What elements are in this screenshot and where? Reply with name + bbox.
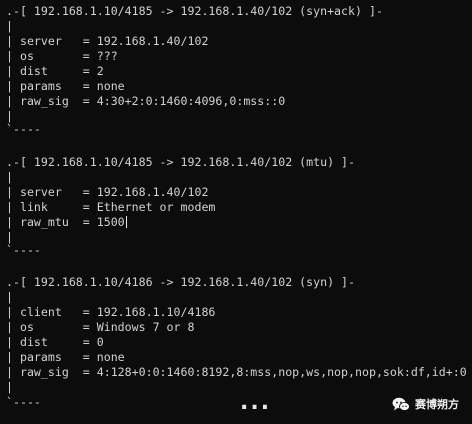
pipe-line: |: [6, 380, 13, 394]
ellipsis: ...: [240, 390, 272, 415]
field-os: | os = ???: [6, 49, 118, 63]
header-line-syn-ack: .-[ 192.168.1.10/4185 -> 192.168.1.40/10…: [6, 4, 383, 18]
field-raw-sig: | raw_sig = 4:128+0:0:1460:8192,8:mss,no…: [6, 365, 467, 379]
field-raw-sig: | raw_sig = 4:30+2:0:1460:4096,0:mss::0: [6, 94, 286, 108]
field-client: | client = 192.168.1.10/4186: [6, 305, 216, 319]
field-params: | params = none: [6, 79, 125, 93]
field-dist: | dist = 2: [6, 64, 104, 78]
text-cursor: [125, 216, 127, 228]
watermark-text: 赛博朔方: [415, 398, 459, 411]
terminal-output: .-[ 192.168.1.10/4185 -> 192.168.1.40/10…: [0, 0, 472, 424]
field-server: | server = 192.168.1.40/102: [6, 185, 209, 199]
field-os: | os = Windows 7 or 8: [6, 320, 195, 334]
header-line-syn: .-[ 192.168.1.10/4186 -> 192.168.1.40/10…: [6, 275, 356, 289]
pipe-line: |: [6, 19, 13, 33]
footer-line: `----: [6, 122, 41, 136]
pipe-line: |: [6, 290, 13, 304]
field-server: | server = 192.168.1.40/102: [6, 34, 209, 48]
field-link: | link = Ethernet or modem: [6, 200, 216, 214]
chat-bubbles-icon: [392, 397, 410, 411]
pipe-line: |: [6, 170, 13, 184]
footer-line: `----: [6, 243, 41, 257]
footer-line: `----: [6, 395, 41, 409]
field-params: | params = none: [6, 350, 125, 364]
field-raw-mtu-text: | raw_mtu = 1500: [6, 215, 125, 229]
field-dist: | dist = 0: [6, 335, 104, 349]
header-line-mtu: .-[ 192.168.1.10/4185 -> 192.168.1.40/10…: [6, 155, 356, 169]
watermark: 赛博朔方: [392, 396, 459, 412]
field-raw-mtu: | raw_mtu = 1500: [6, 215, 127, 230]
